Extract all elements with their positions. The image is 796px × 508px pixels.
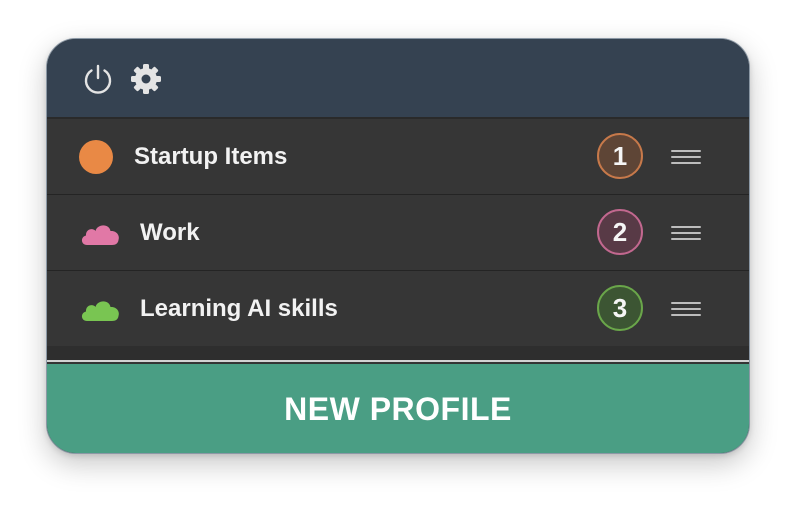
circle-dot-icon [79, 140, 113, 174]
cloud-icon [81, 301, 119, 321]
profile-list: Startup Items 1 Work 2 Learning AI skill… [47, 119, 749, 363]
profile-row-startup-items[interactable]: Startup Items 1 [47, 119, 749, 195]
cloud-icon [81, 225, 119, 245]
drag-handle-icon[interactable] [671, 221, 701, 245]
profile-label: Work [140, 219, 200, 246]
screen: Startup Items 1 Work 2 Learning AI skill… [0, 0, 796, 508]
drag-handle-icon[interactable] [671, 145, 701, 169]
gear-icon[interactable] [127, 60, 165, 98]
profile-icon-wrap [79, 195, 121, 271]
profile-icon-wrap [79, 271, 121, 347]
list-footer-divider [47, 346, 749, 362]
profile-label: Learning AI skills [140, 295, 338, 322]
power-icon[interactable] [79, 60, 117, 98]
profile-icon-wrap [79, 119, 113, 195]
drag-handle-icon[interactable] [671, 297, 701, 321]
profile-row-work[interactable]: Work 2 [47, 195, 749, 271]
profile-number-badge: 1 [597, 133, 643, 179]
profile-number-badge: 2 [597, 209, 643, 255]
new-profile-button[interactable]: NEW PROFILE [47, 364, 749, 453]
profile-number-badge: 3 [597, 285, 643, 331]
profiles-panel: Startup Items 1 Work 2 Learning AI skill… [46, 38, 750, 454]
panel-header [47, 39, 749, 119]
profile-label: Startup Items [134, 143, 288, 170]
profile-row-learning-ai-skills[interactable]: Learning AI skills 3 [47, 271, 749, 347]
